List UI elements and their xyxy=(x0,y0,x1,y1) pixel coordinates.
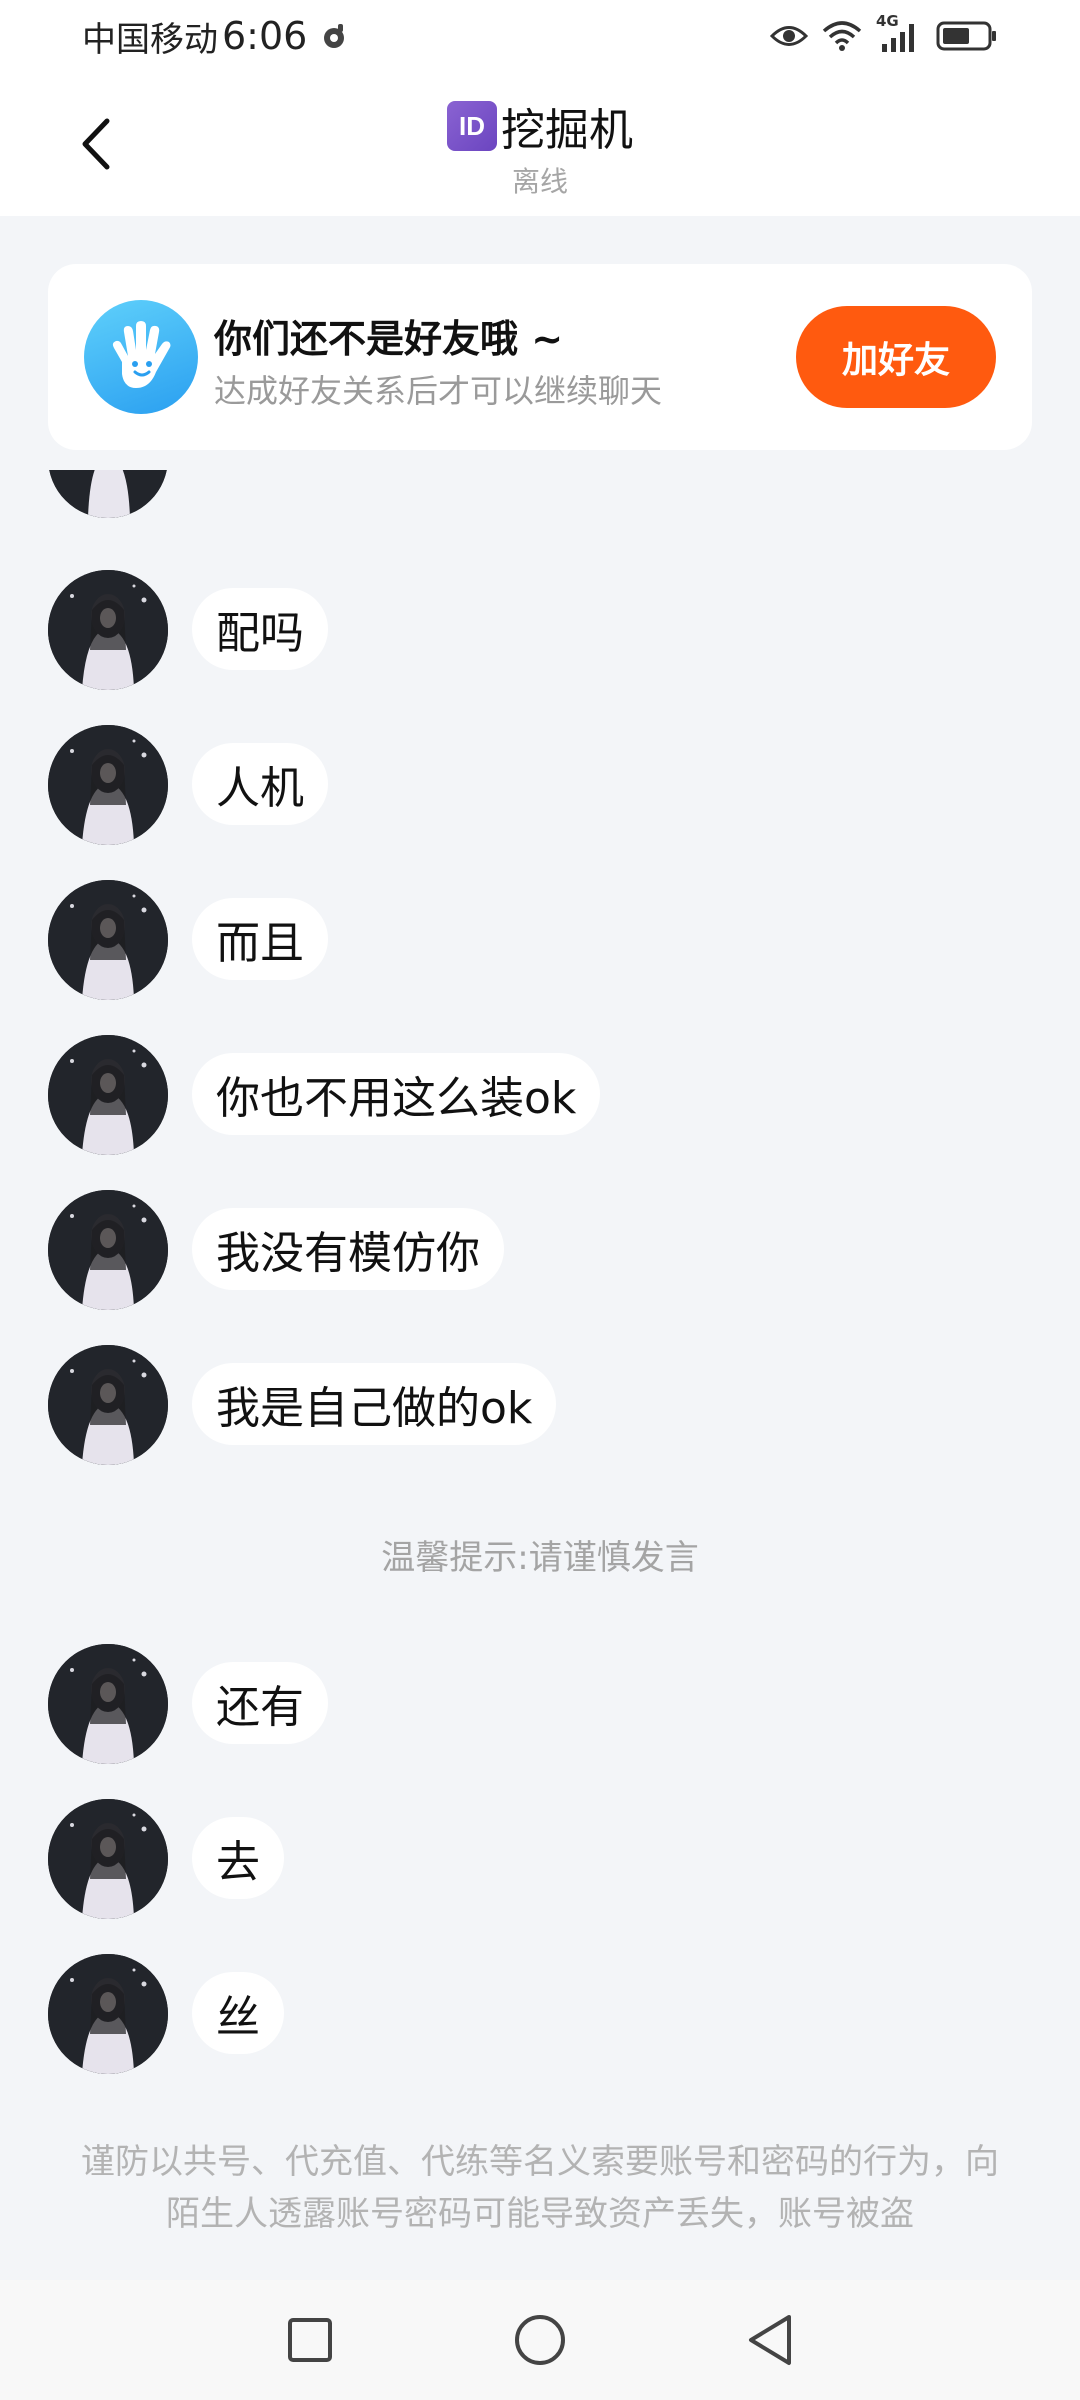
battery-icon xyxy=(936,21,996,51)
warm-tip: 温馨提示:请谨慎发言 xyxy=(381,1538,699,1578)
contact-name: 挖掘机 xyxy=(501,105,633,156)
message-bubble[interactable]: 你也不用这么装ok xyxy=(192,1053,601,1135)
friend-card-description: 达成好友关系后才可以继续聊天 xyxy=(214,372,663,410)
avatar[interactable] xyxy=(48,470,168,518)
avatar-image xyxy=(48,1954,168,2074)
status-bar: 中国移动 6:06 4G xyxy=(0,0,1080,72)
message-bubble[interactable]: 人机 xyxy=(192,743,328,825)
avatar[interactable] xyxy=(48,1345,168,1465)
signal-icon xyxy=(882,24,914,52)
message-bubble[interactable]: 我是自己做的ok xyxy=(192,1363,557,1445)
online-status: 离线 xyxy=(511,165,568,198)
security-warning: 谨防以共号、代充值、代练等名义索要账号和密码的行为，向陌生人透露账号密码可能导致… xyxy=(81,2142,999,2234)
friend-card-avatar xyxy=(84,300,198,414)
avatar[interactable] xyxy=(48,570,168,690)
signal-group: 4G xyxy=(876,12,922,54)
carrier-label: 中国移动 xyxy=(82,19,218,60)
message-bubble[interactable]: 丝 xyxy=(192,1972,284,2054)
avatar-image xyxy=(48,1035,168,1155)
avatar[interactable] xyxy=(48,880,168,1000)
title-row[interactable]: ID 挖掘机 xyxy=(447,94,633,158)
avatar-image xyxy=(48,570,168,690)
system-nav-bar xyxy=(0,2280,1080,2400)
avatar-image xyxy=(48,1190,168,1310)
message-bubble[interactable]: 我没有模仿你 xyxy=(192,1208,504,1290)
home-button[interactable] xyxy=(504,2304,576,2376)
avatar-image xyxy=(48,1345,168,1465)
status-right: 4G xyxy=(770,12,998,56)
square-icon xyxy=(288,2318,332,2362)
eye-icon xyxy=(770,26,808,46)
add-friend-button[interactable]: 加好友 xyxy=(796,306,996,408)
message-bubble[interactable]: 去 xyxy=(192,1817,284,1899)
avatar[interactable] xyxy=(48,1190,168,1310)
avatar[interactable] xyxy=(48,1799,168,1919)
avatar-image xyxy=(48,1644,168,1764)
status-left: 中国移动 6:06 xyxy=(82,14,347,60)
id-badge: ID xyxy=(447,101,497,151)
avatar-image xyxy=(48,880,168,1000)
avatar[interactable] xyxy=(48,1035,168,1155)
avatar[interactable] xyxy=(48,1644,168,1764)
avatar-image xyxy=(48,1799,168,1919)
avatar[interactable] xyxy=(48,725,168,845)
avatar-image xyxy=(48,725,168,845)
message-bubble[interactable]: 而且 xyxy=(192,898,328,980)
message-bubble[interactable]: 配吗 xyxy=(192,588,328,670)
wifi-icon xyxy=(822,21,862,51)
message-bubble[interactable]: 还有 xyxy=(192,1662,328,1744)
back-nav-button[interactable] xyxy=(734,2304,806,2376)
recent-apps-button[interactable] xyxy=(274,2304,346,2376)
avatar-image xyxy=(48,470,168,518)
avatar[interactable] xyxy=(48,1954,168,2074)
waving-hand-icon xyxy=(112,321,171,388)
friend-request-card: 你们还不是好友哦 ~ 达成好友关系后才可以继续聊天 加好友 xyxy=(48,264,1032,450)
title-wrap: ID 挖掘机 离线 xyxy=(0,94,1080,200)
status-time: 6:06 xyxy=(222,14,308,58)
message-list[interactable]: 配吗 人机 而且 你也不用这么装ok 我没有模仿你 我是自己做的ok 温馨提示:… xyxy=(0,470,1080,2110)
friend-card-title: 你们还不是好友哦 ~ xyxy=(214,317,564,361)
app-notification-icon xyxy=(324,24,345,48)
chat-header: ID 挖掘机 离线 xyxy=(0,72,1080,216)
triangle-back-icon xyxy=(749,2315,791,2365)
circle-icon xyxy=(515,2315,565,2365)
